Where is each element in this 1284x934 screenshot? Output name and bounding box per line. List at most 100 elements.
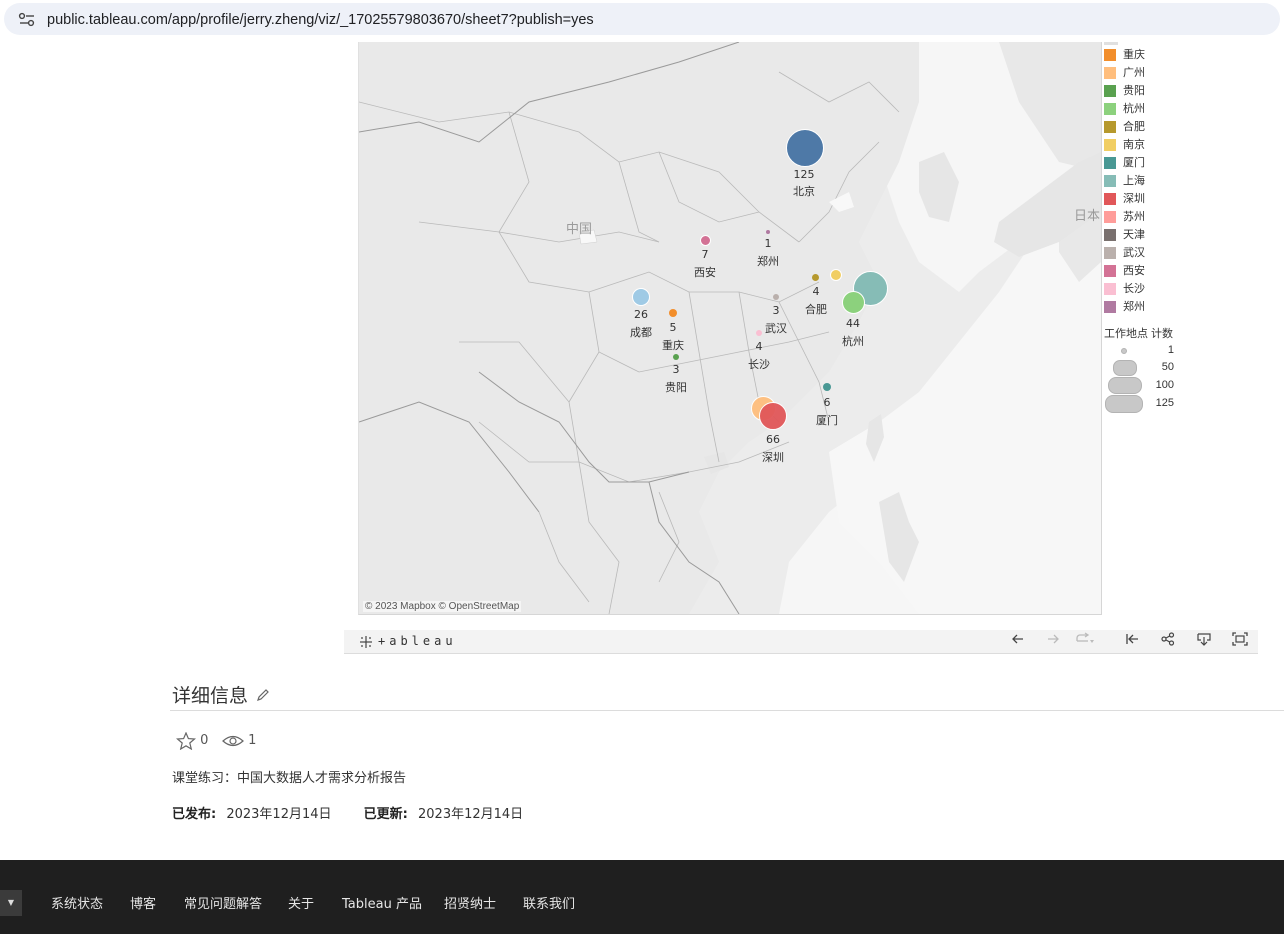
updated-date: 2023年12月14日: [418, 807, 524, 822]
legend-item-wuhan[interactable]: 武汉: [1104, 246, 1145, 260]
legend-swatch: [1104, 301, 1116, 313]
marker-wuhan[interactable]: [773, 294, 779, 300]
favorite-count: 0: [200, 733, 209, 748]
city-count-changsha: 4: [755, 340, 763, 353]
legend-label: 武汉: [1123, 247, 1145, 259]
city-name-hangzhou: 杭州: [842, 335, 864, 348]
legend-label: 合肥: [1123, 121, 1145, 133]
marker-shenzhen[interactable]: [759, 402, 787, 430]
url-text[interactable]: public.tableau.com/app/profile/jerry.zhe…: [47, 12, 594, 28]
map-viz[interactable]: 中国 日本 125 北京 1 郑州 7 西安 4 合肥 26 成都 3 武汉 4…: [358, 42, 1102, 615]
legend-item-shenzhen[interactable]: 深圳: [1104, 192, 1145, 206]
download-icon[interactable]: [1194, 632, 1214, 650]
footer-link-blog[interactable]: 博客: [130, 893, 156, 912]
marker-nanjing[interactable]: [830, 269, 842, 281]
legend-label: 苏州: [1123, 211, 1145, 223]
footer-link-faq[interactable]: 常见问题解答: [184, 893, 262, 912]
revert-icon[interactable]: [1075, 632, 1095, 650]
city-count-chongqing: 5: [669, 321, 677, 334]
footer-link-about[interactable]: 关于: [288, 893, 314, 912]
marker-changsha[interactable]: [756, 330, 762, 336]
language-dropdown-caret-icon[interactable]: ▼: [0, 890, 22, 916]
footer-link-products[interactable]: Tableau 产品: [342, 893, 422, 912]
footer-link-contact[interactable]: 联系我们: [523, 893, 575, 912]
legend-item-nanjing[interactable]: 南京: [1104, 138, 1145, 152]
size-value: 125: [1155, 397, 1174, 409]
published-date: 2023年12月14日: [226, 807, 332, 822]
redo-icon[interactable]: [1043, 632, 1063, 650]
legend-label: 西安: [1123, 265, 1145, 277]
browser-address-bar: public.tableau.com/app/profile/jerry.zhe…: [0, 0, 1284, 42]
city-name-chengdu: 成都: [630, 326, 652, 339]
details-title: 详细信息: [172, 685, 249, 707]
legend-item-changsha[interactable]: 长沙: [1104, 282, 1145, 296]
viz-description: 课堂练习：中国大数据人才需求分析报告: [172, 771, 407, 786]
size-dot: [1108, 377, 1142, 394]
city-count-xiamen: 6: [823, 396, 831, 409]
marker-zhengzhou[interactable]: [766, 230, 770, 234]
star-icon[interactable]: [175, 731, 197, 751]
size-dot: [1113, 360, 1137, 376]
legend-swatch: [1104, 103, 1116, 115]
edit-pencil-icon[interactable]: [256, 688, 270, 702]
legend-swatch: [1104, 193, 1116, 205]
reset-icon[interactable]: [1122, 632, 1142, 650]
marker-beijing[interactable]: [786, 129, 824, 167]
city-count-shenzhen: 66: [766, 433, 780, 446]
size-value: 100: [1155, 379, 1174, 391]
site-settings-icon[interactable]: [18, 12, 36, 28]
legend-top-divider: [1104, 42, 1118, 45]
legend-item-xian[interactable]: 西安: [1104, 264, 1145, 278]
legend-item-zhengzhou[interactable]: 郑州: [1104, 300, 1145, 314]
size-legend-item: 50: [1104, 359, 1174, 377]
tableau-logo-text[interactable]: +ableau: [378, 634, 457, 648]
city-count-hangzhou: 44: [846, 317, 860, 330]
legend-label: 郑州: [1123, 301, 1145, 313]
marker-hangzhou[interactable]: [842, 291, 865, 314]
footer-link-status[interactable]: 系统状态: [51, 893, 103, 912]
legend-label: 上海: [1123, 175, 1145, 187]
legend-item-hangzhou[interactable]: 杭州: [1104, 102, 1145, 116]
city-count-wuhan: 3: [772, 304, 780, 317]
map-attribution[interactable]: © 2023 Mapbox © OpenStreetMap: [363, 601, 522, 612]
city-name-zhengzhou: 郑州: [757, 255, 779, 268]
legend-swatch: [1104, 67, 1116, 79]
legend-item-chongqing[interactable]: 重庆: [1104, 48, 1145, 62]
country-label-japan: 日本: [1074, 209, 1101, 224]
city-name-xian: 西安: [694, 266, 716, 279]
eye-icon: [222, 735, 244, 747]
legend-item-guiyang[interactable]: 贵阳: [1104, 84, 1145, 98]
legend-item-xiamen[interactable]: 厦门: [1104, 156, 1145, 170]
city-name-shenzhen: 深圳: [762, 451, 784, 464]
legend-item-tianjin[interactable]: 天津: [1104, 228, 1145, 242]
marker-chongqing[interactable]: [669, 309, 677, 317]
legend-swatch: [1104, 283, 1116, 295]
legend-swatch: [1104, 229, 1116, 241]
legend-item-guangzhou[interactable]: 广州: [1104, 66, 1145, 80]
legend-item-shanghai[interactable]: 上海: [1104, 174, 1145, 188]
legend-panel: 重庆 广州 贵阳 杭州 合肥 南京 厦门 上海 深圳 苏州 天津 武汉 西安 长…: [1104, 42, 1284, 422]
views-count: 1: [248, 733, 257, 748]
legend-item-hefei[interactable]: 合肥: [1104, 120, 1145, 134]
city-count-chengdu: 26: [634, 308, 648, 321]
city-name-hefei: 合肥: [805, 303, 827, 316]
favorite-stat[interactable]: 0: [175, 731, 209, 751]
url-field[interactable]: public.tableau.com/app/profile/jerry.zhe…: [4, 3, 1280, 35]
share-icon[interactable]: [1158, 632, 1178, 650]
undo-icon[interactable]: [1008, 632, 1028, 650]
size-dot: [1105, 395, 1143, 413]
legend-item-suzhou[interactable]: 苏州: [1104, 210, 1145, 224]
legend-label: 天津: [1123, 229, 1145, 241]
footer-link-careers[interactable]: 招贤纳士: [444, 893, 496, 912]
city-count-beijing: 125: [793, 168, 815, 181]
marker-guiyang[interactable]: [673, 354, 679, 360]
fullscreen-icon[interactable]: [1230, 632, 1250, 650]
marker-xian[interactable]: [700, 235, 711, 246]
legend-swatch: [1104, 211, 1116, 223]
city-count-zhengzhou: 1: [764, 237, 772, 250]
marker-chengdu[interactable]: [632, 288, 650, 306]
marker-hefei[interactable]: [812, 274, 819, 281]
marker-xiamen[interactable]: [823, 383, 831, 391]
tableau-logo-icon[interactable]: [359, 634, 373, 653]
size-legend-item: 125: [1104, 395, 1174, 413]
